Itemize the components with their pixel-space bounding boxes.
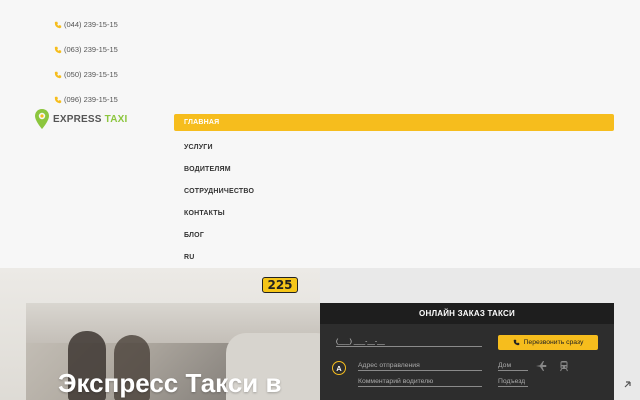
site-header: (044) 239-15-15 (063) 239-15-15 (050) 23… <box>0 0 640 268</box>
chevron-icon[interactable] <box>622 377 634 389</box>
order-form-title: ОНЛАЙН ЗАКАЗ ТАКСИ <box>320 303 614 324</box>
phone-item[interactable]: (050) 239-15-15 <box>54 62 118 87</box>
nav-item-contacts[interactable]: КОНТАКТЫ <box>174 202 614 224</box>
nav-item-language[interactable]: RU <box>174 246 614 268</box>
taxi-roof-sign: 225 <box>262 277 298 293</box>
hero-title: Экспресс Такси в <box>58 368 282 398</box>
address-field[interactable]: Адрес отправления <box>358 362 482 371</box>
phone-list: (044) 239-15-15 (063) 239-15-15 (050) 23… <box>54 12 118 112</box>
phone-number: (050) 239-15-15 <box>64 70 118 79</box>
plane-icon[interactable] <box>535 359 547 371</box>
nav-item-services[interactable]: УСЛУГИ <box>174 136 614 158</box>
logo-word-express: EXPRESS <box>53 113 102 125</box>
phone-item[interactable]: (044) 239-15-15 <box>54 12 118 37</box>
nav-item-home[interactable]: ГЛАВНАЯ <box>174 114 614 131</box>
phone-icon <box>513 339 519 346</box>
phone-number: (044) 239-15-15 <box>64 20 118 29</box>
phone-icon <box>54 21 62 29</box>
phone-icon <box>54 46 62 54</box>
nav-item-drivers[interactable]: ВОДИТЕЛЯМ <box>174 158 614 180</box>
entrance-field[interactable]: Подъезд <box>498 378 528 387</box>
house-field[interactable]: Дом <box>498 362 528 371</box>
nav-item-cooperation[interactable]: СОТРУДНИЧЕСТВО <box>174 180 614 202</box>
nav-item-blog[interactable]: БЛОГ <box>174 224 614 246</box>
map-pin-icon <box>34 108 50 130</box>
train-icon[interactable] <box>558 359 570 372</box>
phone-number: (096) 239-15-15 <box>64 95 118 104</box>
site-logo[interactable]: EXPRESS TAXI <box>34 108 127 130</box>
phone-number: (063) 239-15-15 <box>64 45 118 54</box>
point-a-marker: A <box>332 361 346 375</box>
main-nav: ГЛАВНАЯ УСЛУГИ ВОДИТЕЛЯМ СОТРУДНИЧЕСТВО … <box>174 114 614 268</box>
logo-word-taxi: TAXI <box>104 113 128 125</box>
phone-field[interactable]: (___) ___-__-__ <box>336 338 482 347</box>
phone-item[interactable]: (063) 239-15-15 <box>54 37 118 62</box>
order-form: ОНЛАЙН ЗАКАЗ ТАКСИ (___) ___-__-__ Перез… <box>320 303 614 400</box>
comment-field[interactable]: Комментарий водителю <box>358 378 482 387</box>
phone-icon <box>54 71 62 79</box>
callback-button[interactable]: Перезвонить сразу <box>498 335 598 350</box>
phone-icon <box>54 96 62 104</box>
callback-label: Перезвонить сразу <box>523 339 584 346</box>
hero-section: 225 Экспресс Такси в ОНЛАЙН ЗАКАЗ ТАКСИ … <box>0 268 640 400</box>
logo-text: EXPRESS TAXI <box>53 114 127 125</box>
